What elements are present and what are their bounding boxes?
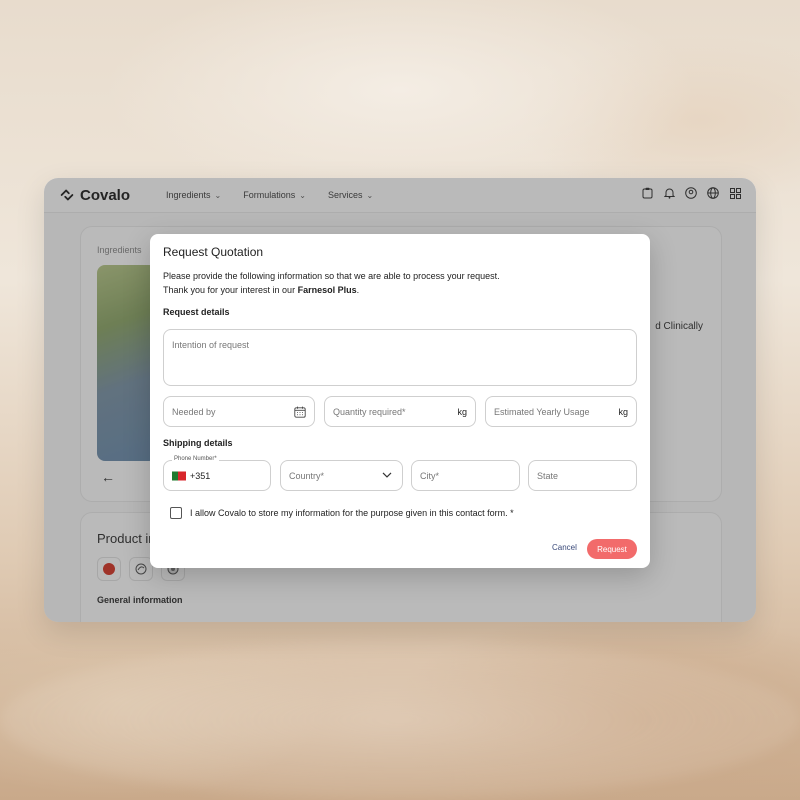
quantity-unit: kg <box>457 406 467 417</box>
consent-text: I allow Covalo to store my information f… <box>190 508 514 518</box>
state-placeholder: State <box>537 470 559 481</box>
quantity-required-input[interactable]: Quantity required* kg <box>324 396 476 427</box>
modal-title: Request Quotation <box>163 245 264 259</box>
description-line-2: Thank you for your interest in our Farne… <box>163 283 500 297</box>
product-name: Farnesol Plus <box>297 285 357 295</box>
cancel-button[interactable]: Cancel <box>552 543 577 552</box>
state-input[interactable]: State <box>528 460 637 491</box>
modal-description: Please provide the following information… <box>163 269 500 297</box>
request-button[interactable]: Request <box>587 539 637 559</box>
needed-by-date-input[interactable]: Needed by <box>163 396 315 427</box>
consent-row: I allow Covalo to store my information f… <box>170 507 514 519</box>
description-prefix: Thank you for your interest in our <box>163 285 298 295</box>
chevron-down-icon <box>382 469 392 480</box>
background-texture <box>0 640 800 800</box>
phone-number-label: Phone Number* <box>172 456 219 462</box>
yearly-usage-placeholder: Estimated Yearly Usage <box>494 406 590 417</box>
country-select[interactable]: Country* <box>280 460 403 491</box>
estimated-yearly-usage-input[interactable]: Estimated Yearly Usage kg <box>485 396 637 427</box>
city-placeholder: City* <box>420 470 440 481</box>
needed-by-placeholder: Needed by <box>172 406 216 417</box>
shipping-details-heading: Shipping details <box>163 438 233 448</box>
description-line-1: Please provide the following information… <box>163 271 500 281</box>
portugal-flag-icon[interactable] <box>172 471 186 480</box>
intention-placeholder: Intention of request <box>172 340 250 350</box>
yearly-usage-unit: kg <box>618 406 628 417</box>
calendar-icon[interactable] <box>294 406 306 418</box>
request-quotation-modal: Request Quotation Please provide the fol… <box>150 234 650 568</box>
request-details-heading: Request details <box>163 307 230 317</box>
phone-country-code: +351 <box>190 470 211 481</box>
country-placeholder: Country* <box>289 470 325 481</box>
phone-number-input[interactable]: Phone Number* +351 <box>163 456 271 491</box>
quantity-placeholder: Quantity required* <box>333 406 406 417</box>
description-suffix: . <box>356 285 360 295</box>
city-input[interactable]: City* <box>411 460 520 491</box>
consent-checkbox[interactable] <box>170 507 182 519</box>
intention-textarea[interactable]: Intention of request <box>163 329 637 386</box>
